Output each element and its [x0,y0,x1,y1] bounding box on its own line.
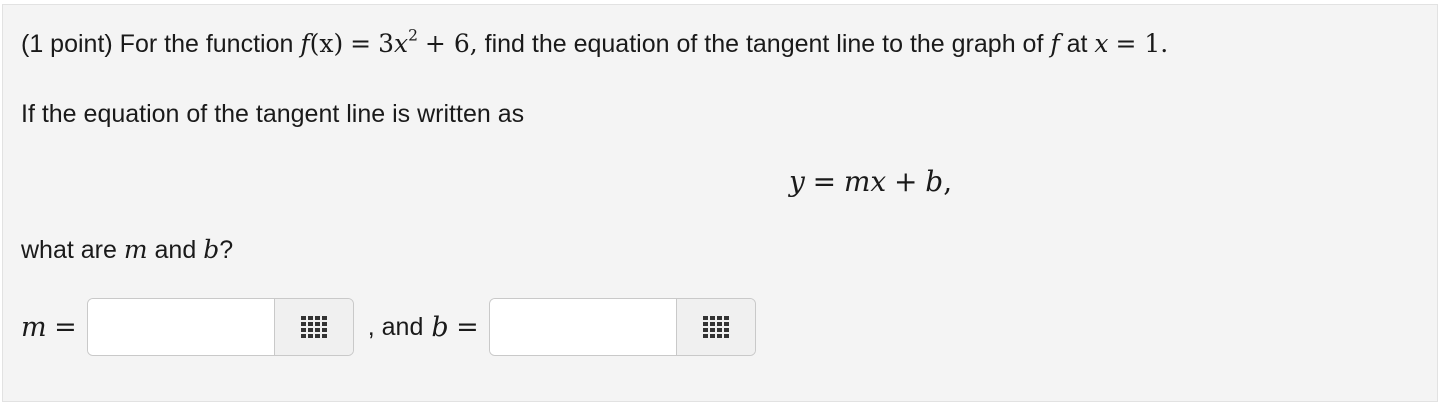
eq-m: m [843,165,871,198]
m-equation-editor-button[interactable] [273,299,353,355]
variable-x: x [393,29,409,58]
eq-comma: , [943,165,953,198]
m-label-equals: = [54,311,77,343]
eq-equals: = [812,165,837,198]
eq-b: b [925,165,944,198]
problem-rest-text: find the equation of the tangent line to… [484,30,1044,58]
m-label-var: m [21,311,47,343]
equals-sign: = [350,29,372,58]
display-equation: y = mx + b, [789,165,952,198]
coefficient: 3 [378,29,394,58]
x-variable: x [1094,29,1109,58]
b-answer-label: b = [431,312,478,343]
b-label-equals: = [456,311,479,343]
x-value: = 1. [1115,29,1169,58]
eq-x: x [870,165,887,198]
grid-icon [702,316,729,338]
question-text: what are m and b? [21,235,233,265]
problem-statement: (1 point) For the function f(x) = 3x2 + … [21,26,1169,59]
eq-y: y [789,165,805,198]
b-label-var: b [431,311,449,343]
b-equation-editor-button[interactable] [675,299,755,355]
m-answer-group [86,298,354,356]
b-answer-group [488,298,756,356]
question-b: b [203,235,220,264]
tangent-intro-text: If the equation of the tangent line is w… [21,100,525,128]
m-answer-label: m = [21,312,77,343]
function-name: f [300,29,310,58]
problem-box: (1 point) For the function f(x) = 3x2 + … [2,4,1438,402]
points-label: (1 point) [21,30,113,58]
b-answer-input[interactable] [489,299,676,355]
answer-row: m = , and b = [21,297,756,357]
between-text: , and [367,312,424,341]
question-and: and [154,236,197,264]
eq-plus: + [894,165,918,198]
function-arg: (x) [309,29,344,58]
intro-text: For the function [119,30,294,58]
exponent: 2 [408,26,418,45]
m-answer-input[interactable] [87,299,274,355]
question-suffix: ? [219,236,234,264]
at-text: at [1066,30,1088,58]
grid-icon [300,316,327,338]
question-prefix: what are [21,236,117,264]
function-name-2: f [1050,29,1060,58]
question-m: m [123,235,148,264]
constant-term: + 6, [424,29,478,58]
